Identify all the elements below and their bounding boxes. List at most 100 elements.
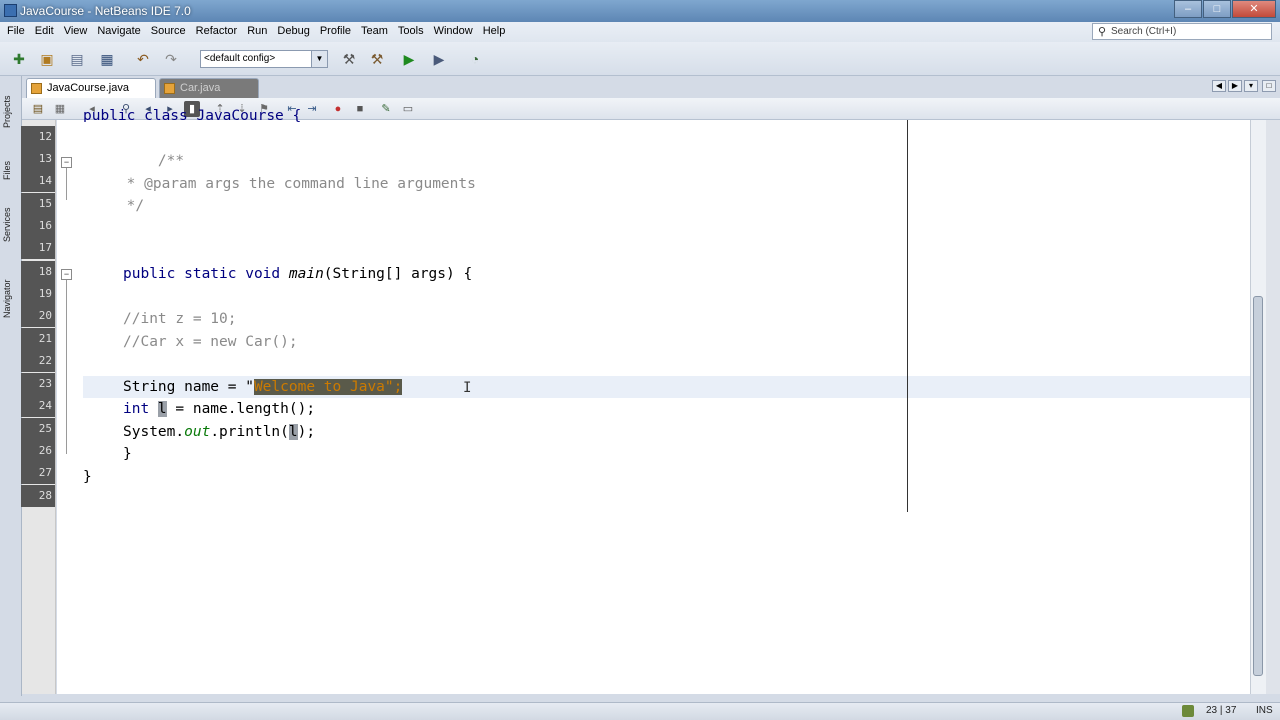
close-button[interactable]: ✕: [1232, 0, 1276, 18]
line-number: 25: [21, 418, 55, 440]
tab-javacourse[interactable]: JavaCourse.java ✕: [26, 78, 171, 98]
line-number: 28: [21, 485, 55, 507]
fold-guide: [66, 168, 67, 200]
config-value: <default config>: [204, 53, 276, 64]
scroll-tabs-left-icon[interactable]: ◀: [1212, 80, 1226, 92]
tab-label: Car.java: [180, 82, 221, 94]
selected-text: Welcome to Java";: [253, 379, 403, 395]
shift-right-icon[interactable]: ⇥: [304, 101, 320, 117]
search-box[interactable]: ⚲ Search (Ctrl+I): [1092, 23, 1272, 40]
comment-icon[interactable]: ✎: [378, 101, 394, 117]
text-cursor-icon: I: [463, 380, 472, 396]
navigator-panel-tab[interactable]: Navigator: [2, 266, 20, 332]
source-icon[interactable]: ▤: [30, 101, 46, 117]
caret-position: 23 | 37: [1206, 705, 1237, 716]
menu-window[interactable]: Window: [429, 25, 478, 37]
menu-refactor[interactable]: Refactor: [191, 25, 243, 37]
line-number: 27: [21, 462, 55, 484]
undo-icon[interactable]: ↶: [132, 48, 154, 70]
redo-icon[interactable]: ↷: [160, 48, 182, 70]
show-opened-documents-icon[interactable]: ▾: [1244, 80, 1258, 92]
search-placeholder: Search (Ctrl+I): [1111, 26, 1177, 37]
scroll-tabs-right-icon[interactable]: ▶: [1228, 80, 1242, 92]
new-file-icon[interactable]: ✚: [8, 48, 30, 70]
save-all-icon[interactable]: ▦: [96, 48, 118, 70]
menu-team[interactable]: Team: [356, 25, 393, 37]
profile-icon[interactable]: ◔: [464, 48, 486, 70]
line-number: 14: [21, 170, 55, 192]
status-bar: 23 | 37 INS: [0, 702, 1280, 720]
java-file-icon: [31, 83, 42, 94]
line-number: 17: [21, 237, 55, 259]
menu-run[interactable]: Run: [242, 25, 272, 37]
menu-file[interactable]: File: [2, 25, 30, 37]
menu-debug[interactable]: Debug: [272, 25, 314, 37]
line-number: 19: [21, 283, 55, 305]
menu-source[interactable]: Source: [146, 25, 191, 37]
history-icon[interactable]: ▦: [52, 101, 68, 117]
menu-edit[interactable]: Edit: [30, 25, 59, 37]
menu-tools[interactable]: Tools: [393, 25, 429, 37]
left-side-rail: Projects Files Services Navigator: [0, 76, 22, 696]
fold-collapse-icon[interactable]: −: [61, 269, 72, 280]
code-line-11: public class JavaCourse {: [83, 108, 302, 122]
editor-tab-bar: JavaCourse.java ✕ Car.java ◀ ▶ ▾ □: [22, 76, 1280, 98]
code-line-24: int l = name.length();: [123, 401, 316, 417]
notification-icon[interactable]: [1182, 705, 1194, 717]
magnifier-icon: ⚲: [1097, 26, 1107, 38]
menu-view[interactable]: View: [59, 25, 93, 37]
code-line-21: //Car x = new Car();: [123, 334, 298, 350]
clean-build-icon[interactable]: ⚒: [366, 48, 388, 70]
code-line-14: * @param args the command line arguments: [83, 176, 476, 192]
minimize-button[interactable]: –: [1174, 0, 1202, 18]
title-bar: JavaCourse - NetBeans IDE 7.0 – □ ✕: [0, 0, 1280, 22]
fold-guide: [66, 280, 67, 454]
window-controls: – □ ✕: [1173, 0, 1276, 18]
chevron-down-icon: ▼: [311, 51, 327, 67]
maximize-editor-icon[interactable]: □: [1262, 80, 1276, 92]
code-line-23: String name = "Welcome to Java";: [123, 379, 403, 395]
error-stripe: [1266, 120, 1280, 694]
line-number: 20: [21, 305, 55, 327]
start-macro-icon[interactable]: ●: [330, 101, 346, 117]
services-panel-tab[interactable]: Services: [2, 200, 20, 250]
scrollbar-thumb[interactable]: [1253, 296, 1263, 676]
line-number-gutter: 12 13 14 15 16 17 18 19 20 21 22 23 24 2…: [21, 120, 56, 694]
java-file-icon: [164, 83, 175, 94]
right-margin-line: [907, 120, 908, 512]
line-number: 15: [21, 193, 55, 215]
stop-macro-icon[interactable]: ■: [352, 101, 368, 117]
maximize-button[interactable]: □: [1203, 0, 1231, 18]
code-line-13: /**: [123, 153, 185, 169]
horizontal-scroll-area: [22, 694, 1280, 702]
build-hammer-icon[interactable]: ⚒: [338, 48, 360, 70]
projects-panel-tab[interactable]: Projects: [2, 84, 20, 140]
config-select[interactable]: <default config> ▼: [200, 50, 328, 68]
line-number: 12: [21, 126, 55, 148]
line-number: 24: [21, 395, 55, 417]
debug-icon[interactable]: ▶: [428, 48, 450, 70]
netbeans-app-icon: [4, 4, 17, 17]
run-icon[interactable]: ▶: [398, 48, 420, 70]
tab-car[interactable]: Car.java: [159, 78, 259, 98]
line-number: 23: [21, 373, 55, 395]
menu-profile[interactable]: Profile: [315, 25, 356, 37]
fold-collapse-icon[interactable]: −: [61, 157, 72, 168]
menu-help[interactable]: Help: [478, 25, 511, 37]
uncomment-icon[interactable]: ▭: [400, 101, 416, 117]
insert-mode: INS: [1256, 705, 1273, 716]
code-line-25: System.out.println(l);: [123, 424, 316, 440]
files-panel-tab[interactable]: Files: [2, 150, 20, 190]
menu-navigate[interactable]: Navigate: [92, 25, 145, 37]
code-line-15: */: [83, 198, 145, 214]
open-project-icon[interactable]: ▤: [66, 48, 88, 70]
menu-items: File Edit View Navigate Source Refactor …: [2, 25, 510, 37]
new-project-icon[interactable]: ▣: [36, 48, 58, 70]
line-number: 21: [21, 328, 55, 350]
line-number: 13: [21, 148, 55, 170]
line-number: 26: [21, 440, 55, 462]
line-number: 18: [21, 261, 55, 283]
window-title: JavaCourse - NetBeans IDE 7.0: [20, 4, 191, 18]
code-line-18: public static void main(String[] args) {: [123, 266, 473, 282]
line-number: 22: [21, 350, 55, 372]
